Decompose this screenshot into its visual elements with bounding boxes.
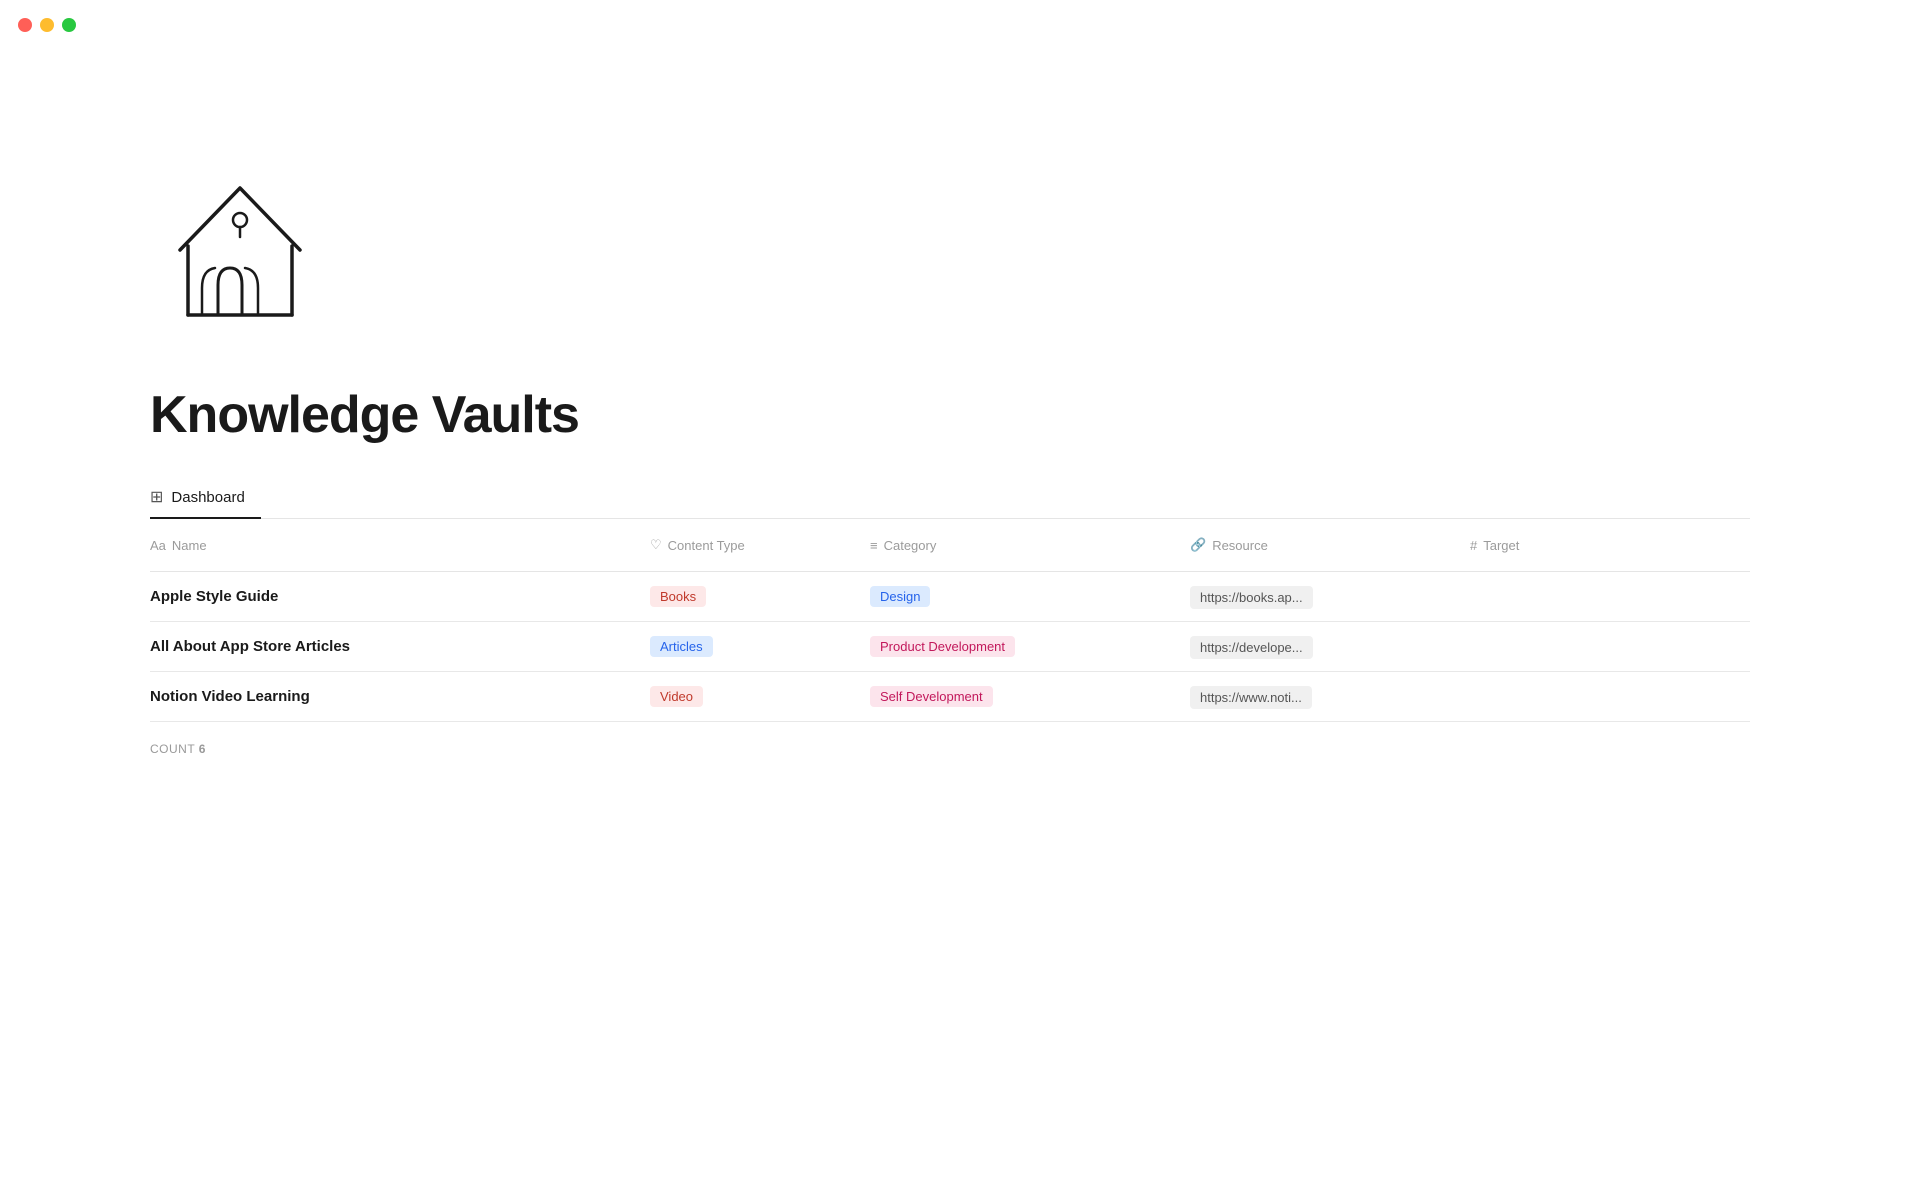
row-1-content-type: Books — [650, 576, 870, 617]
row-3-name: Notion Video Learning — [150, 678, 650, 715]
row-1-name: Apple Style Guide — [150, 578, 650, 615]
header-category: ≡ Category — [870, 530, 1190, 561]
row-3-category: Self Development — [870, 676, 1190, 717]
header-name: Aa Name — [150, 530, 650, 561]
row-2-category: Product Development — [870, 626, 1190, 667]
table-row[interactable]: All About App Store Articles Articles Pr… — [150, 622, 1750, 672]
page-title: Knowledge Vaults — [150, 385, 1920, 445]
traffic-lights — [18, 18, 76, 32]
row-2-name: All About App Store Articles — [150, 628, 650, 665]
page-icon — [150, 160, 1920, 345]
category-badge: Design — [870, 586, 930, 607]
row-3-resource: https://www.noti... — [1190, 679, 1470, 715]
resource-link: https://www.noti... — [1190, 686, 1312, 709]
category-badge: Self Development — [870, 686, 993, 707]
resource-link: https://develope... — [1190, 636, 1313, 659]
text-icon: Aa — [150, 538, 166, 553]
row-1-resource: https://books.ap... — [1190, 579, 1470, 615]
table-header-row: Aa Name ♡ Content Type ≡ Category 🔗 Reso… — [150, 519, 1750, 572]
header-name-label: Name — [172, 538, 207, 553]
table-row[interactable]: Notion Video Learning Video Self Develop… — [150, 672, 1750, 722]
row-1-category: Design — [870, 576, 1190, 617]
content-type-badge: Articles — [650, 636, 713, 657]
row-3-content-type: Video — [650, 676, 870, 717]
row-2-target — [1470, 637, 1670, 657]
tab-dashboard-label: Dashboard — [171, 489, 244, 506]
row-2-content-type: Articles — [650, 626, 870, 667]
list-icon: ≡ — [870, 538, 878, 553]
close-button[interactable] — [18, 18, 32, 32]
link-icon: 🔗 — [1190, 537, 1206, 553]
header-category-label: Category — [884, 538, 937, 553]
resource-link: https://books.ap... — [1190, 586, 1313, 609]
table-icon: ⊞ — [150, 487, 163, 507]
count-footer: COUNT 6 — [150, 742, 1920, 756]
category-badge: Product Development — [870, 636, 1015, 657]
database-table: Aa Name ♡ Content Type ≡ Category 🔗 Reso… — [150, 519, 1750, 722]
header-content-type-label: Content Type — [668, 538, 745, 553]
header-target-label: Target — [1483, 538, 1519, 553]
row-1-target — [1470, 587, 1670, 607]
content-type-badge: Video — [650, 686, 703, 707]
count-label: COUNT — [150, 742, 195, 756]
row-3-target — [1470, 687, 1670, 707]
number-icon: # — [1470, 538, 1477, 553]
header-target: # Target — [1470, 530, 1670, 561]
tab-bar: ⊞ Dashboard — [150, 477, 1750, 519]
count-value: 6 — [199, 742, 206, 756]
content-type-badge: Books — [650, 586, 706, 607]
table-row[interactable]: Apple Style Guide Books Design https://b… — [150, 572, 1750, 622]
header-resource: 🔗 Resource — [1190, 529, 1470, 561]
minimize-button[interactable] — [40, 18, 54, 32]
row-2-resource: https://develope... — [1190, 629, 1470, 665]
tab-dashboard[interactable]: ⊞ Dashboard — [150, 477, 261, 519]
header-resource-label: Resource — [1212, 538, 1268, 553]
maximize-button[interactable] — [62, 18, 76, 32]
header-content-type: ♡ Content Type — [650, 529, 870, 561]
main-content: Knowledge Vaults ⊞ Dashboard Aa Name ♡ C… — [0, 0, 1920, 756]
select-icon: ♡ — [650, 537, 662, 553]
